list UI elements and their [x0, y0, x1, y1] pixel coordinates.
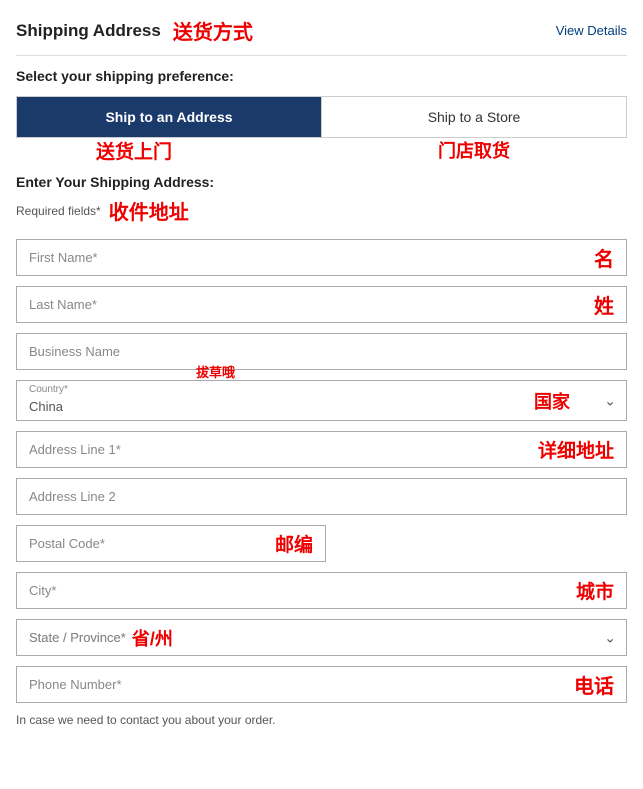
country-select[interactable]: China United States United Kingdom [17, 381, 626, 420]
address-line1-input[interactable] [17, 432, 538, 467]
ship-to-store-label: Ship to a Store [428, 109, 521, 125]
header-left: Shipping Address 送货方式 [16, 16, 253, 45]
header-chinese-title: 送货方式 [173, 16, 253, 45]
country-group: 拔草哦 Country* China United States United … [16, 380, 627, 421]
required-fields-label: Required fields* [16, 204, 101, 218]
ship-to-store-chinese: 门店取货 [438, 137, 510, 163]
shipping-options: Ship to an Address Ship to a Store 门店取货 [16, 96, 627, 138]
state-select[interactable]: State / Province* Beijing Shanghai Guang… [17, 620, 626, 655]
ship-to-address-button[interactable]: Ship to an Address [17, 97, 321, 137]
country-popup-chinese: 拔草哦 [196, 362, 235, 381]
business-name-group [16, 333, 627, 370]
country-select-wrapper: Country* China United States United King… [16, 380, 627, 421]
address1-chinese: 详细地址 [538, 436, 626, 463]
phone-note: In case we need to contact you about you… [16, 713, 627, 727]
first-name-group: 名 [16, 239, 627, 276]
business-name-input[interactable] [16, 333, 627, 370]
last-name-group: 姓 [16, 286, 627, 323]
state-select-wrapper: State / Province* Beijing Shanghai Guang… [16, 619, 627, 656]
address2-group [16, 478, 627, 515]
form-title: Enter Your Shipping Address: [16, 174, 627, 190]
address1-group: 详细地址 [16, 431, 627, 468]
ship-to-store-button[interactable]: Ship to a Store 门店取货 [321, 97, 626, 137]
state-group: State / Province* Beijing Shanghai Guang… [16, 619, 627, 656]
ship-to-address-chinese: 送货上门 [96, 137, 172, 164]
page-title: Shipping Address [16, 21, 161, 41]
postal-code-input[interactable] [17, 526, 275, 561]
shipping-preference-label: Select your shipping preference: [16, 68, 627, 84]
required-note: Required fields* 收件地址 [16, 196, 627, 225]
phone-input[interactable] [17, 667, 574, 702]
phone-group: 电话 [16, 666, 627, 703]
view-details-link[interactable]: View Details [556, 23, 627, 38]
postal-chinese: 邮编 [275, 530, 325, 557]
postal-group: 邮编 [16, 525, 627, 562]
first-name-input[interactable] [17, 240, 594, 275]
city-chinese: 城市 [576, 577, 626, 604]
phone-chinese: 电话 [574, 670, 626, 699]
ship-to-address-label: Ship to an Address [105, 109, 232, 125]
last-name-chinese: 姓 [594, 290, 626, 319]
city-group: 城市 [16, 572, 627, 609]
city-input[interactable] [17, 573, 576, 608]
shipping-header: Shipping Address 送货方式 View Details [16, 16, 627, 56]
first-name-chinese: 名 [594, 243, 626, 272]
address-line2-input[interactable] [16, 478, 627, 515]
last-name-input[interactable] [17, 287, 594, 322]
required-chinese: 收件地址 [109, 196, 189, 225]
